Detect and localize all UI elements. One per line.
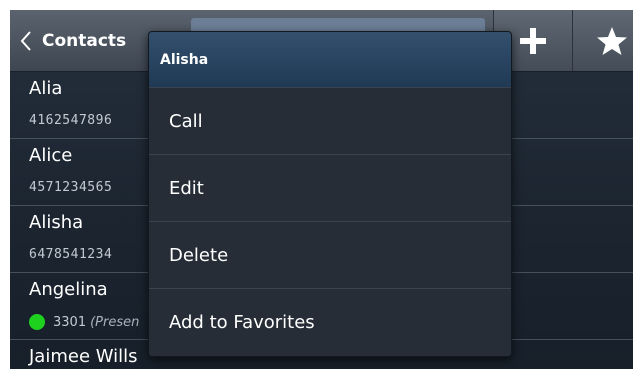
contact-name: Alia: [29, 78, 63, 99]
contact-name: Jaimee Wills: [29, 346, 138, 367]
chevron-left-icon: [20, 30, 31, 51]
back-label: Contacts: [42, 30, 127, 51]
contact-name: Alice: [29, 145, 73, 166]
contact-name: Angelina: [29, 279, 108, 300]
add-icon: [520, 27, 546, 54]
presence-status: (Presen: [90, 314, 140, 330]
edit-menu-item[interactable]: Edit: [149, 154, 511, 221]
call-menu-item[interactable]: Call: [149, 87, 511, 154]
contact-context-menu: Alisha Call Edit Delete Add to Favorites: [148, 31, 512, 357]
contact-presence: 3301 (Presen: [29, 314, 139, 330]
contact-number: 6478541234: [29, 247, 113, 262]
delete-menu-item[interactable]: Delete: [149, 221, 511, 288]
contact-number: 4571234565: [29, 180, 113, 195]
menu-title: Alisha: [149, 32, 511, 87]
presence-online-icon: [29, 314, 45, 330]
back-button[interactable]: Contacts: [10, 10, 126, 71]
contact-extension: 3301: [53, 314, 87, 330]
star-icon: [597, 26, 627, 55]
favorites-button[interactable]: [572, 10, 633, 71]
contact-name: Alisha: [29, 212, 84, 233]
phone-screen: Contacts Alia 4162547896 Alice 457123456…: [10, 10, 633, 369]
contact-number: 4162547896: [29, 113, 113, 128]
add-to-favorites-menu-item[interactable]: Add to Favorites: [149, 288, 511, 355]
